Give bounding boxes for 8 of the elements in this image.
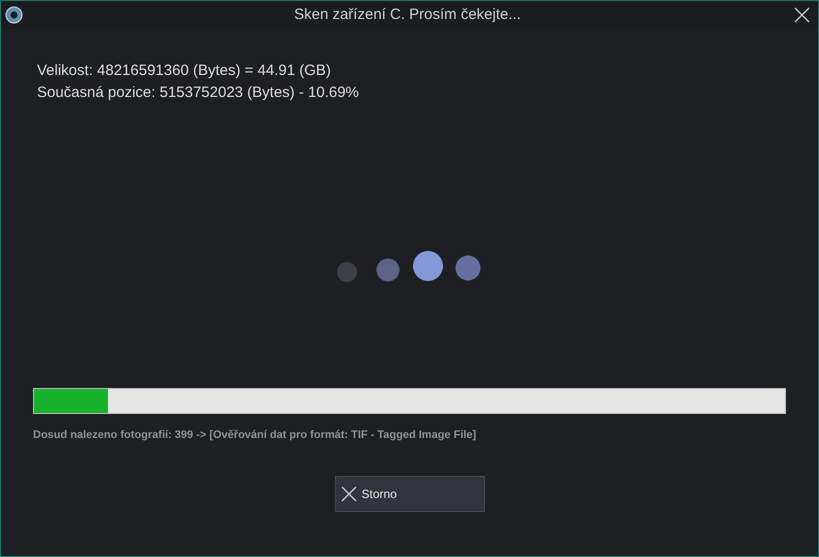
close-button[interactable] — [792, 5, 812, 25]
close-icon — [340, 485, 358, 503]
window-title: Sken zařízení C. Prosím čekejte... — [294, 4, 521, 25]
info-text: Současná pozice: 5153752023 (Bytes) - 10.69% — [37, 83, 360, 103]
info-text: Velikost: 48216591360 (Bytes) = 44.91 (GB) — [37, 61, 332, 81]
cancel-button[interactable]: Storno — [334, 476, 484, 512]
loading-spinner-icon — [336, 251, 484, 285]
status-text: Dosud nalezeno fotografií: 399 -> [Ověřování dat pro formát: TIF - Tagged Image File] — [33, 429, 476, 441]
